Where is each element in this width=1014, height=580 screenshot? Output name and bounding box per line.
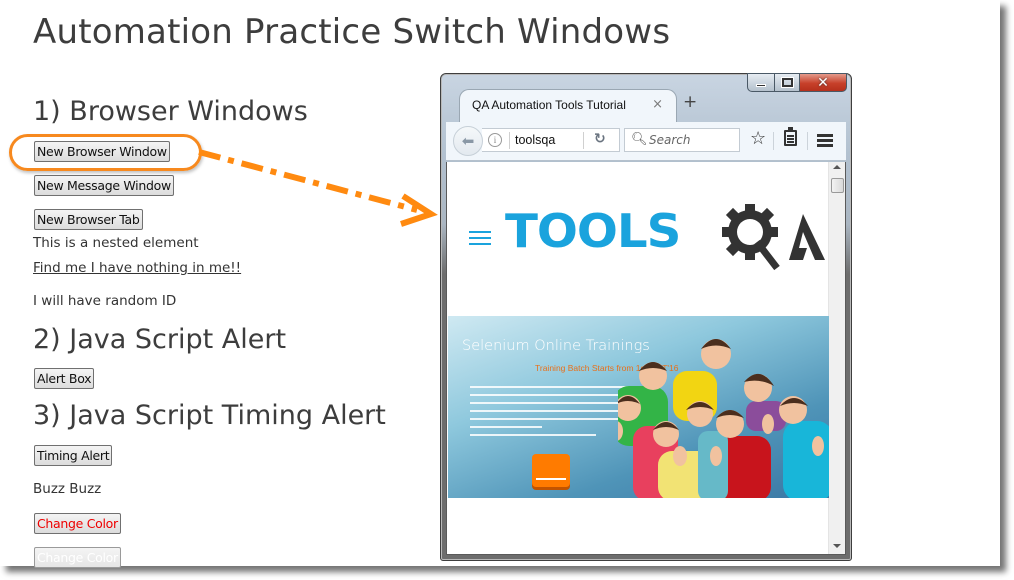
tab-close-icon[interactable]: × — [652, 97, 663, 112]
back-arrow-icon: ⬅ — [461, 132, 475, 150]
browser-menu-icon[interactable] — [817, 134, 833, 137]
change-color-button[interactable]: Change Color — [34, 513, 121, 534]
section-heading-timing-alert: 3) Java Script Timing Alert — [33, 400, 386, 431]
vertical-scrollbar[interactable] — [828, 162, 845, 554]
url-text[interactable]: toolsqa — [515, 133, 555, 147]
browser-window: ✕ QA Automation Tools Tutorial × + i too… — [440, 73, 852, 561]
search-placeholder: Search — [649, 133, 691, 147]
bookmark-star-icon[interactable]: ☆ — [750, 128, 766, 149]
close-window-button[interactable]: ✕ — [800, 73, 847, 92]
highlight-ellipse — [9, 134, 202, 171]
info-icon[interactable]: i — [488, 133, 502, 147]
toolbar-divider — [773, 132, 774, 150]
close-icon: ✕ — [817, 74, 829, 91]
scroll-up-icon[interactable] — [833, 165, 841, 169]
minimize-button[interactable] — [747, 73, 775, 92]
browser-tab[interactable]: QA Automation Tools Tutorial × — [459, 89, 677, 123]
url-bar[interactable]: i toolsqa ↻ — [482, 128, 620, 152]
tab-title: QA Automation Tools Tutorial — [472, 98, 626, 112]
students-group-image — [618, 339, 829, 498]
alert-box-button[interactable]: Alert Box — [34, 368, 95, 389]
browser-toolbar: i toolsqa ↻ ⬅ 🔍︎ Search ☆ — [446, 122, 846, 161]
screenshot-canvas: Automation Practice Switch Windows 1) Br… — [0, 0, 1000, 568]
change-color-faded-button[interactable]: Change Color — [34, 547, 121, 568]
annotation-arrow-icon — [198, 149, 438, 227]
new-message-window-button[interactable]: New Message Window — [34, 175, 174, 196]
browser-viewport: TOOLS Selenium Online Trainings Training… — [446, 162, 846, 555]
new-tab-button[interactable]: + — [683, 92, 697, 112]
back-button[interactable]: ⬅ — [453, 126, 483, 156]
random-id-text: I will have random ID — [33, 293, 177, 309]
banner-cta-button[interactable] — [532, 454, 570, 487]
new-browser-tab-button[interactable]: New Browser Tab — [34, 209, 143, 230]
section-heading-browser-windows: 1) Browser Windows — [33, 96, 308, 127]
site-logo-text[interactable]: TOOLS — [505, 204, 681, 258]
reload-icon[interactable]: ↻ — [594, 131, 606, 147]
training-banner[interactable]: Selenium Online Trainings Training Batch… — [448, 316, 829, 498]
toolbar-divider — [807, 132, 808, 150]
window-controls: ✕ — [747, 73, 847, 92]
maximize-button[interactable] — [775, 73, 800, 92]
scroll-thumb[interactable] — [831, 178, 844, 193]
timing-alert-button[interactable]: Timing Alert — [34, 445, 113, 466]
url-divider — [583, 132, 584, 149]
banner-body-text — [470, 386, 630, 442]
reading-list-icon[interactable] — [784, 127, 797, 146]
section-heading-js-alert: 2) Java Script Alert — [33, 324, 287, 355]
search-input[interactable]: 🔍︎ Search — [624, 128, 740, 152]
nested-element-text: This is a nested element — [33, 235, 199, 251]
page-title: Automation Practice Switch Windows — [33, 12, 671, 52]
arrow-shaft — [198, 149, 418, 213]
minimize-icon — [756, 84, 766, 87]
scroll-down-icon[interactable] — [833, 544, 841, 548]
find-me-link[interactable]: Find me I have nothing in me!! — [33, 260, 241, 276]
search-icon: 🔍︎ — [631, 132, 648, 147]
site-logo-gear-icon — [722, 204, 825, 271]
buzz-text: Buzz Buzz — [33, 481, 102, 497]
site-menu-icon[interactable] — [469, 231, 491, 233]
url-divider — [509, 132, 510, 149]
maximize-icon — [781, 78, 793, 87]
